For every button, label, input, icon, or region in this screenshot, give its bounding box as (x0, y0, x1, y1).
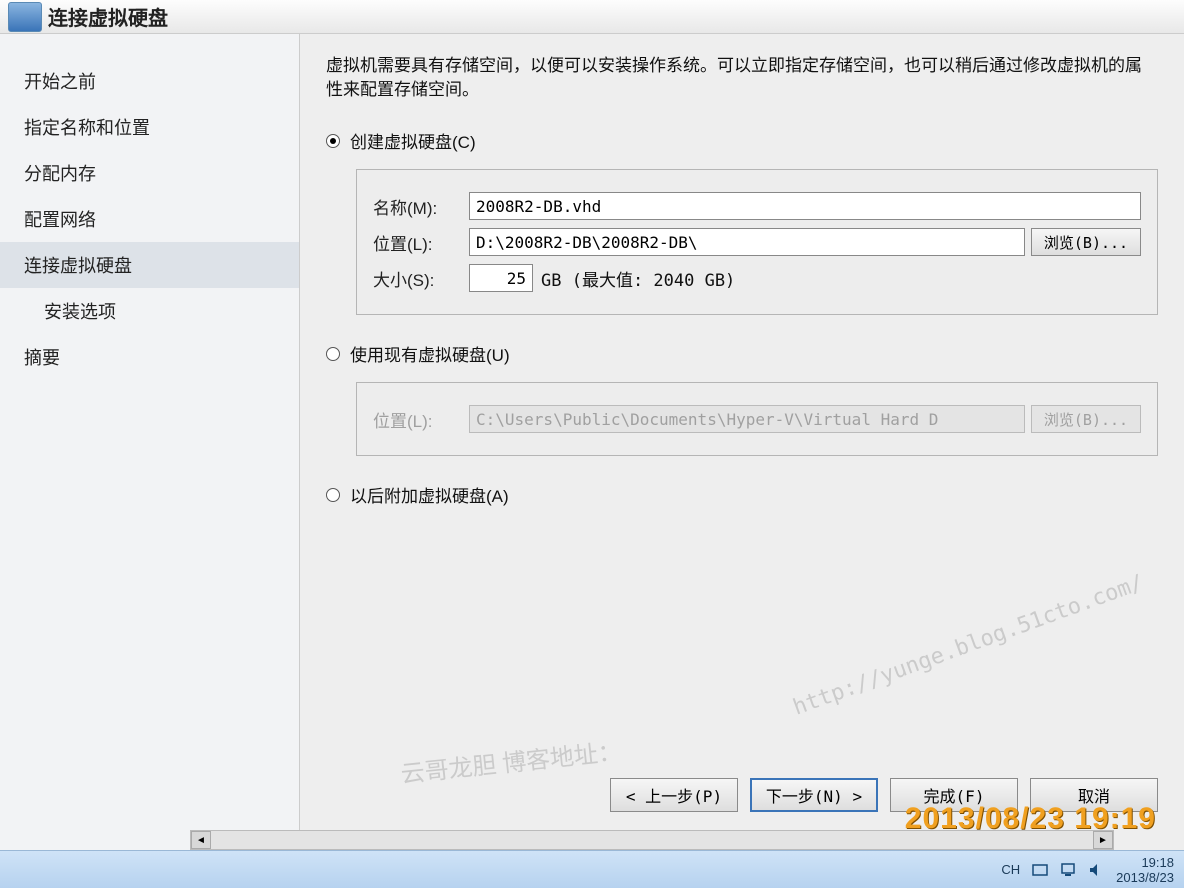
system-tray: CH 19:18 2013/8/23 (1001, 855, 1174, 885)
browse-location-button[interactable]: 浏览(B)... (1031, 228, 1141, 256)
size-input[interactable] (469, 264, 533, 292)
radio-attach-later[interactable]: 以后附加虚拟硬盘(A) (326, 482, 1158, 507)
existing-location-row: 位置(L): 浏览(B)... (373, 405, 1141, 433)
radio-later-label: 以后附加虚拟硬盘(A) (350, 482, 509, 507)
browse-existing-button: 浏览(B)... (1031, 405, 1141, 433)
sidebar-item-before-begin[interactable]: 开始之前 (0, 58, 299, 104)
existing-location-label: 位置(L): (373, 407, 469, 432)
size-suffix-text: GB (最大值: 2040 GB) (541, 266, 735, 291)
existing-vhd-group: 位置(L): 浏览(B)... (356, 382, 1158, 456)
location-label: 位置(L): (373, 230, 469, 255)
location-row: 位置(L): 浏览(B)... (373, 228, 1141, 256)
button-bar: < 上一步(P) 下一步(N) > 完成(F) 取消 (610, 778, 1158, 812)
name-row: 名称(M): (373, 192, 1141, 220)
sidebar: 开始之前 指定名称和位置 分配内存 配置网络 连接虚拟硬盘 安装选项 摘要 (0, 34, 300, 850)
location-input[interactable] (469, 228, 1025, 256)
create-vhd-group: 名称(M): 位置(L): 浏览(B)... 大小(S): GB (最大值: 2… (356, 169, 1158, 315)
clock-date: 2013/8/23 (1116, 870, 1174, 885)
description-text: 虚拟机需要具有存储空间，以便可以安装操作系统。可以立即指定存储空间，也可以稍后通… (326, 54, 1158, 102)
radio-existing-label: 使用现有虚拟硬盘(U) (350, 341, 510, 366)
radio-later-icon (326, 488, 340, 502)
existing-location-input (469, 405, 1025, 433)
wizard-body: 开始之前 指定名称和位置 分配内存 配置网络 连接虚拟硬盘 安装选项 摘要 虚拟… (0, 34, 1184, 850)
sidebar-item-name-location[interactable]: 指定名称和位置 (0, 104, 299, 150)
wizard-window: 连接虚拟硬盘 开始之前 指定名称和位置 分配内存 配置网络 连接虚拟硬盘 安装选… (0, 0, 1184, 850)
scroll-right-icon[interactable]: ► (1093, 831, 1113, 849)
radio-existing-icon (326, 347, 340, 361)
horizontal-scrollbar[interactable]: ◄ ► (190, 830, 1114, 850)
clock[interactable]: 19:18 2013/8/23 (1116, 855, 1174, 885)
name-input[interactable] (469, 192, 1141, 220)
radio-existing-vhd[interactable]: 使用现有虚拟硬盘(U) (326, 341, 1158, 366)
clock-time: 19:18 (1116, 855, 1174, 870)
titlebar: 连接虚拟硬盘 (0, 0, 1184, 34)
language-indicator[interactable]: CH (1001, 862, 1020, 877)
previous-button[interactable]: < 上一步(P) (610, 778, 738, 812)
size-label: 大小(S): (373, 266, 469, 291)
sidebar-item-network[interactable]: 配置网络 (0, 196, 299, 242)
scroll-left-icon[interactable]: ◄ (191, 831, 211, 849)
window-title: 连接虚拟硬盘 (48, 2, 168, 31)
wizard-icon (8, 2, 42, 32)
sidebar-item-connect-vhd[interactable]: 连接虚拟硬盘 (0, 242, 299, 288)
sidebar-item-summary[interactable]: 摘要 (0, 334, 299, 380)
size-row: 大小(S): GB (最大值: 2040 GB) (373, 264, 1141, 292)
action-center-icon[interactable] (1032, 862, 1048, 878)
radio-create-vhd[interactable]: 创建虚拟硬盘(C) (326, 128, 1158, 153)
sidebar-item-memory[interactable]: 分配内存 (0, 150, 299, 196)
finish-button[interactable]: 完成(F) (890, 778, 1018, 812)
radio-create-label: 创建虚拟硬盘(C) (350, 128, 476, 153)
taskbar: CH 19:18 2013/8/23 (0, 850, 1184, 888)
sidebar-item-install-options[interactable]: 安装选项 (0, 288, 299, 334)
radio-create-icon (326, 134, 340, 148)
cancel-button[interactable]: 取消 (1030, 778, 1158, 812)
main-panel: 虚拟机需要具有存储空间，以便可以安装操作系统。可以立即指定存储空间，也可以稍后通… (300, 34, 1184, 850)
name-label: 名称(M): (373, 194, 469, 219)
volume-icon[interactable] (1088, 862, 1104, 878)
next-button[interactable]: 下一步(N) > (750, 778, 878, 812)
network-icon[interactable] (1060, 862, 1076, 878)
